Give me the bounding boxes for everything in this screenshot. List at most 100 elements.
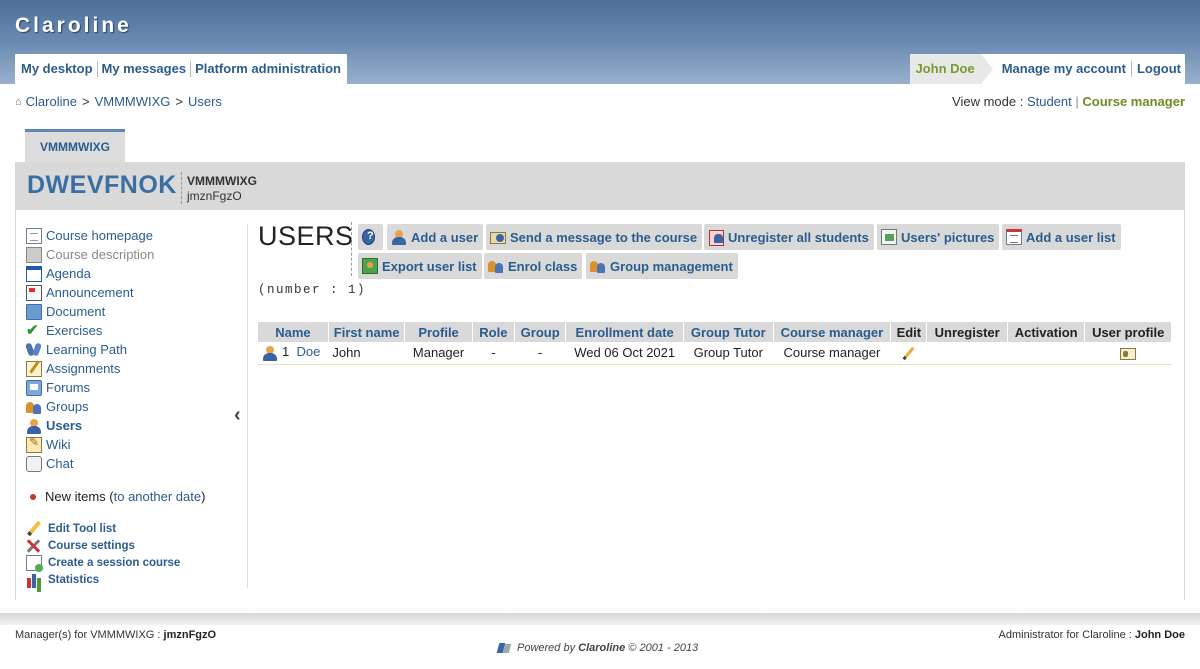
breadcrumb-users[interactable]: Users [188,94,222,109]
course-title[interactable]: DWEVFNOK [27,171,177,200]
admin-link-label: Create a session course [48,556,181,569]
edit-pencil-icon[interactable] [902,347,916,361]
send-message-button[interactable]: Send a message to the course [486,224,703,250]
footer-managers-label: Manager(s) for VMMMWIXG : [15,629,161,641]
statistics-link[interactable]: Statistics [26,571,99,588]
users-table: Name First name Profile Role Group Enrol… [258,322,1172,365]
column-header-role[interactable]: Role [472,322,516,342]
sidebar-item-course-homepage[interactable]: Course homepage [26,226,153,245]
new-items-close: ) [201,489,206,504]
breadcrumb-separator: > [81,94,90,109]
breadcrumb: ⌂ Claroline > VMMMWIXG > Users [15,94,222,109]
add-user-list-button[interactable]: Add a user list [1002,224,1121,250]
nav-my-messages[interactable]: My messages [98,61,192,77]
help-button[interactable] [358,224,383,250]
sidebar-item-label: Announcement [46,285,134,300]
footer-divider [0,613,1200,625]
nav-platform-administration[interactable]: Platform administration [191,61,345,77]
footer-admin-name[interactable]: John Doe [1135,629,1185,641]
platform-logo-text[interactable]: Claroline [15,14,132,38]
cell-unregister [926,342,1008,365]
course-header: DWEVFNOK VMMMWIXG jmznFgzO [15,162,1185,210]
chat-icon [26,455,42,472]
sidebar-item-forums[interactable]: Forums [26,378,90,397]
admin-link-label: Edit Tool list [48,522,117,535]
create-session-course-link[interactable]: Create a session course [26,554,181,572]
enrol-class-label: Enrol class [508,258,578,274]
sidebar-item-announcement[interactable]: Announcement [26,283,133,302]
nav-manage-my-account[interactable]: Manage my account [997,61,1132,77]
sidebar-item-wiki[interactable]: Wiki [26,435,71,454]
enrol-class-button[interactable]: Enrol class [484,253,583,279]
sidebar-item-label: Groups [46,399,89,414]
sidebar-item-document[interactable]: Document [26,302,105,321]
sidebar-item-users[interactable]: Users [26,416,82,435]
sidebar-item-label: Chat [46,456,74,471]
sidebar-item-chat[interactable]: Chat [26,454,73,473]
column-header-name[interactable]: Name [258,322,329,342]
another-date-link[interactable]: to another date [114,489,201,504]
course-description-icon [26,246,42,263]
current-user-name: John Doe [910,54,993,84]
cell-enrollment-date: Wed 06 Oct 2021 [565,342,684,365]
breadcrumb-course[interactable]: VMMMWIXG [95,94,171,109]
powered-by-prefix: Powered by [517,642,576,654]
column-header-first-name[interactable]: First name [328,322,406,342]
sidebar-item-assignments[interactable]: Assignments [26,359,120,378]
exercises-icon [26,321,42,339]
sidebar-item-course-description[interactable]: Course description [26,245,154,264]
column-header-user-profile: User profile [1084,322,1172,342]
add-user-label: Add a user [411,229,479,245]
column-header-group[interactable]: Group [514,322,567,342]
cell-user-profile [1084,342,1172,365]
footer-manager-name[interactable]: jmznFgzO [164,629,217,641]
view-mode-label: View mode : [952,94,1024,109]
user-name-link[interactable]: Doe [296,344,320,359]
user-profile-icon[interactable] [1120,347,1137,360]
nav-my-desktop[interactable]: My desktop [17,61,98,77]
edit-tool-list-link[interactable]: Edit Tool list [26,520,116,537]
cell-activation [1007,342,1085,365]
users-icon [26,418,42,434]
unregister-all-label: Unregister all students [728,229,869,245]
breadcrumb-claroline[interactable]: Claroline [26,94,77,109]
new-item-dot-icon [30,493,36,500]
sidebar-item-label: Document [46,304,106,319]
column-header-profile[interactable]: Profile [404,322,473,342]
users-pictures-button[interactable]: Users' pictures [877,224,1000,250]
sidebar-item-label: Course description [46,247,155,262]
footer-managers: Manager(s) for VMMMWIXG : jmznFgzO [15,629,216,641]
powered-by-brand[interactable]: Claroline [578,642,625,654]
sidebar-item-learning-path[interactable]: Learning Path [26,340,127,359]
sidebar-item-agenda[interactable]: Agenda [26,264,91,283]
course-settings-link[interactable]: Course settings [26,537,135,554]
cell-profile: Manager [404,342,473,365]
document-icon [26,303,42,320]
column-header-course-manager[interactable]: Course manager [773,322,892,342]
course-tab[interactable]: VMMMWIXG [25,129,125,162]
unregister-all-button[interactable]: Unregister all students [704,224,874,250]
nav-logout[interactable]: Logout [1132,61,1185,77]
sidebar-item-label: Exercises [46,323,103,338]
column-header-enrollment-date[interactable]: Enrollment date [565,322,685,342]
cell-group-tutor: Group Tutor [683,342,774,365]
view-mode-course-manager[interactable]: Course manager [1082,94,1185,109]
user-count: (number : 1) [258,283,367,297]
mail-icon [490,229,506,245]
breadcrumb-separator: > [175,94,183,109]
divider [351,222,352,276]
group-management-button[interactable]: Group management [586,253,738,279]
divider [181,172,182,204]
pencil-icon [26,521,42,537]
sidebar-item-groups[interactable]: Groups [26,397,89,416]
add-user-button[interactable]: Add a user [387,224,484,250]
top-banner: Claroline My desktop My messages Platfor… [0,0,1200,84]
export-user-list-label: Export user list [382,258,477,274]
column-header-group-tutor[interactable]: Group Tutor [683,322,774,342]
cell-course-manager: Course manager [773,342,891,365]
users-pictures-label: Users' pictures [901,229,995,245]
export-user-list-button[interactable]: Export user list [358,253,482,279]
collapse-sidebar-icon[interactable]: ‹ [234,405,246,425]
view-mode-student[interactable]: Student [1027,94,1072,109]
sidebar-item-exercises[interactable]: Exercises [26,321,102,340]
